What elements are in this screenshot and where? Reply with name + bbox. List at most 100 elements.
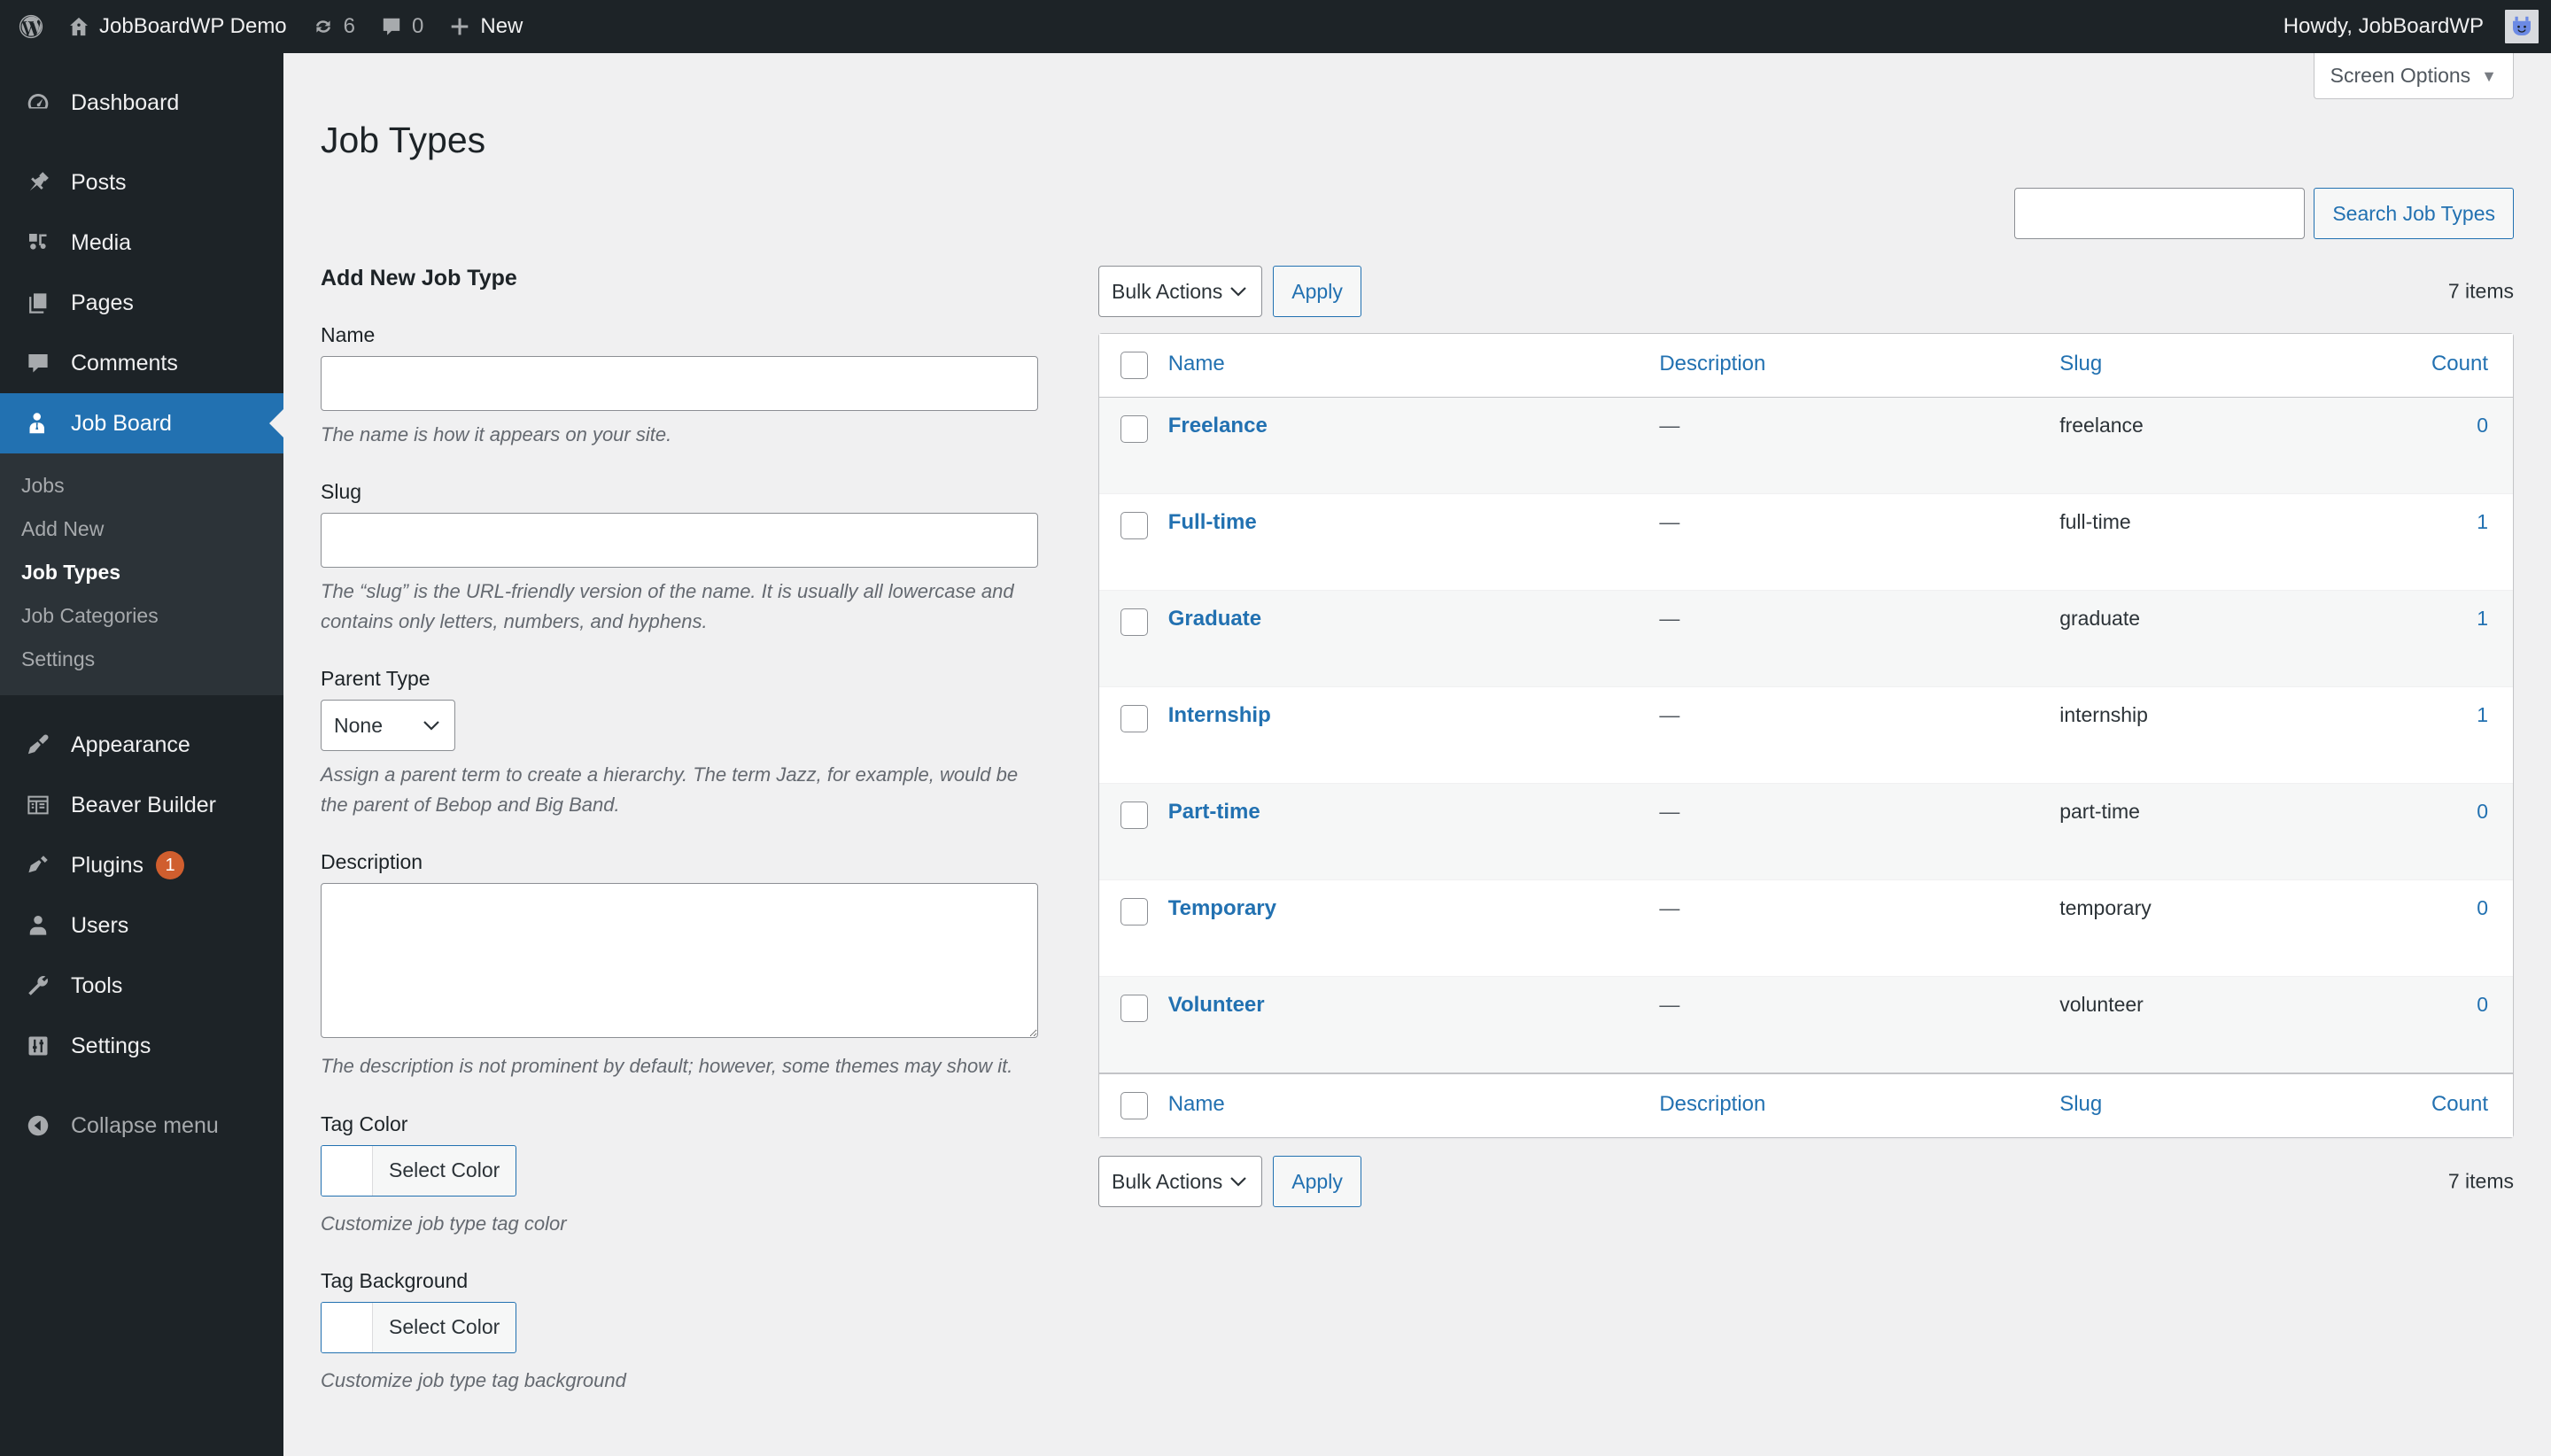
row-title-link[interactable]: Volunteer xyxy=(1168,993,1265,1017)
sidebar-item-posts[interactable]: Posts xyxy=(0,152,283,213)
checkbox-icon[interactable] xyxy=(1120,1092,1148,1119)
sidebar-label-job-board: Job Board xyxy=(71,410,172,436)
table-footer-row: Name Description Slug Count xyxy=(1099,1073,2513,1137)
sidebar-item-beaver-builder[interactable]: Beaver Builder xyxy=(0,775,283,835)
slug-label: Slug xyxy=(321,480,362,504)
row-count-link[interactable]: 0 xyxy=(2477,993,2488,1016)
sidebar-item-appearance[interactable]: Appearance xyxy=(0,715,283,775)
row-title-link[interactable]: Part-time xyxy=(1168,800,1260,824)
checkbox-icon[interactable] xyxy=(1120,352,1148,379)
sidebar-item-comments[interactable]: Comments xyxy=(0,333,283,393)
sidebar-label-settings: Settings xyxy=(71,1033,151,1058)
checkbox-icon[interactable] xyxy=(1120,512,1148,539)
row-checkbox-cell[interactable] xyxy=(1099,977,1158,1073)
collapse-menu-button[interactable]: Collapse menu xyxy=(0,1096,283,1156)
comments-menu[interactable]: 0 xyxy=(368,0,436,53)
row-count-link[interactable]: 1 xyxy=(2477,703,2488,726)
checkbox-icon[interactable] xyxy=(1120,995,1148,1022)
row-count-link[interactable]: 0 xyxy=(2477,800,2488,823)
select-all-header-bottom[interactable] xyxy=(1099,1073,1158,1137)
select-all-header-top[interactable] xyxy=(1099,334,1158,398)
home-icon xyxy=(67,15,90,38)
row-count-link[interactable]: 0 xyxy=(2477,896,2488,919)
sidebar-item-job-categories[interactable]: Job Categories xyxy=(0,594,283,638)
tag-color-swatch xyxy=(322,1145,373,1196)
tag-background-description: Customize job type tag background xyxy=(321,1368,626,1391)
column-header-count-bottom[interactable]: Count xyxy=(2367,1073,2513,1137)
tag-color-description: Customize job type tag color xyxy=(321,1212,567,1235)
sidebar-item-settings[interactable]: Settings xyxy=(0,1016,283,1076)
checkbox-icon[interactable] xyxy=(1120,705,1148,732)
row-count-link[interactable]: 1 xyxy=(2477,510,2488,533)
tag-background-picker-button[interactable]: Select Color xyxy=(321,1301,517,1353)
row-title-link[interactable]: Freelance xyxy=(1168,414,1268,438)
row-checkbox-cell[interactable] xyxy=(1099,494,1158,591)
description-textarea[interactable] xyxy=(321,883,1038,1039)
row-title-link[interactable]: Graduate xyxy=(1168,607,1261,631)
row-count-link[interactable]: 1 xyxy=(2477,607,2488,630)
row-checkbox-cell[interactable] xyxy=(1099,591,1158,687)
row-count-link[interactable]: 0 xyxy=(2477,414,2488,437)
sidebar-item-plugins[interactable]: Plugins 1 xyxy=(0,835,283,895)
comment-bubble-icon xyxy=(380,15,403,38)
row-checkbox-cell[interactable] xyxy=(1099,398,1158,494)
column-header-count-top[interactable]: Count xyxy=(2367,334,2513,398)
wp-logo-menu[interactable] xyxy=(0,0,55,53)
sidebar-item-media[interactable]: Media xyxy=(0,213,283,273)
tablenav-top: Bulk Actions Apply 7 items xyxy=(1098,266,2514,317)
column-header-name-bottom[interactable]: Name xyxy=(1157,1073,1649,1137)
sidebar-item-pages[interactable]: Pages xyxy=(0,273,283,333)
table-row: Temporary — temporary 0 xyxy=(1099,880,2513,977)
bulk-actions-select-bottom[interactable]: Bulk Actions xyxy=(1098,1156,1263,1207)
tag-background-button-label: Select Color xyxy=(389,1315,500,1339)
sidebar-item-users[interactable]: Users xyxy=(0,895,283,956)
screen-options-button[interactable]: Screen Options ▼ xyxy=(2313,53,2514,99)
table-foot: Name Description Slug Count xyxy=(1099,1073,2513,1137)
wrench-icon xyxy=(21,972,55,999)
bulk-actions-select-top[interactable]: Bulk Actions xyxy=(1098,266,1263,317)
search-input[interactable] xyxy=(2014,188,2306,239)
row-checkbox-cell[interactable] xyxy=(1099,784,1158,880)
column-header-slug-bottom[interactable]: Slug xyxy=(2049,1073,2368,1137)
checkbox-icon[interactable] xyxy=(1120,898,1148,925)
pages-icon xyxy=(21,290,55,316)
sidebar-item-add-new[interactable]: Add New xyxy=(0,507,283,551)
sidebar-item-job-board[interactable]: Job Board xyxy=(0,393,283,453)
apply-button-top[interactable]: Apply xyxy=(1273,266,1361,317)
name-input[interactable] xyxy=(321,356,1038,411)
sidebar-item-dashboard[interactable]: Dashboard xyxy=(0,73,283,133)
table-row: Internship — internship 1 xyxy=(1099,687,2513,784)
apply-button-bottom[interactable]: Apply xyxy=(1273,1156,1361,1207)
search-job-types-button[interactable]: Search Job Types xyxy=(2314,188,2514,239)
site-name-menu[interactable]: JobBoardWP Demo xyxy=(55,0,299,53)
my-account-menu[interactable]: Howdy, JobBoardWP xyxy=(2271,0,2539,53)
column-header-slug-top[interactable]: Slug xyxy=(2049,334,2368,398)
tag-color-picker-button[interactable]: Select Color xyxy=(321,1144,517,1197)
row-title-link[interactable]: Full-time xyxy=(1168,510,1257,534)
field-parent-type: Parent Type None Assign a parent term to… xyxy=(321,667,1038,820)
column-header-description-top[interactable]: Description xyxy=(1648,334,2050,398)
column-header-name-top[interactable]: Name xyxy=(1157,334,1649,398)
row-title-link[interactable]: Internship xyxy=(1168,703,1271,727)
new-content-menu[interactable]: New xyxy=(436,0,535,53)
column-header-description-bottom[interactable]: Description xyxy=(1648,1073,2050,1137)
sidebar-item-jobs[interactable]: Jobs xyxy=(0,464,283,507)
slug-input[interactable] xyxy=(321,513,1038,569)
sidebar-item-job-board-settings[interactable]: Settings xyxy=(0,638,283,681)
row-checkbox-cell[interactable] xyxy=(1099,880,1158,977)
sidebar-item-job-types[interactable]: Job Types xyxy=(0,551,283,594)
checkbox-icon[interactable] xyxy=(1120,802,1148,829)
row-checkbox-cell[interactable] xyxy=(1099,687,1158,784)
menu-spacer-3 xyxy=(0,1076,283,1096)
businessperson-icon xyxy=(21,410,55,437)
items-count-bottom: 7 items xyxy=(2447,1169,2514,1193)
search-box: Search Job Types xyxy=(2014,188,2514,239)
parent-type-select[interactable]: None xyxy=(321,700,455,752)
sidebar-item-tools[interactable]: Tools xyxy=(0,956,283,1016)
tag-color-button-label: Select Color xyxy=(389,1158,500,1182)
row-title-link[interactable]: Temporary xyxy=(1168,896,1276,920)
checkbox-icon[interactable] xyxy=(1120,415,1148,443)
row-description: — xyxy=(1648,398,2050,494)
updates-menu[interactable]: 6 xyxy=(299,0,368,53)
checkbox-icon[interactable] xyxy=(1120,608,1148,636)
